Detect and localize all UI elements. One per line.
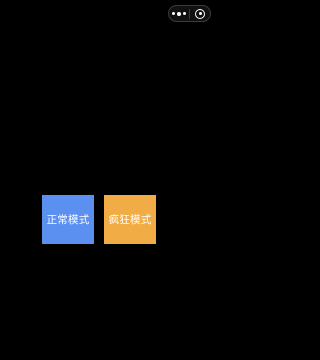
close-button[interactable] bbox=[190, 6, 210, 21]
target-circle-icon bbox=[195, 8, 205, 19]
normal-mode-button[interactable]: 正常模式 bbox=[42, 195, 94, 244]
crazy-mode-button[interactable]: 疯狂模式 bbox=[104, 195, 156, 244]
more-button[interactable] bbox=[169, 6, 189, 21]
mini-program-capsule bbox=[168, 5, 211, 22]
game-screen: 正常模式 疯狂模式 bbox=[0, 0, 216, 360]
more-dots-icon bbox=[172, 11, 186, 16]
